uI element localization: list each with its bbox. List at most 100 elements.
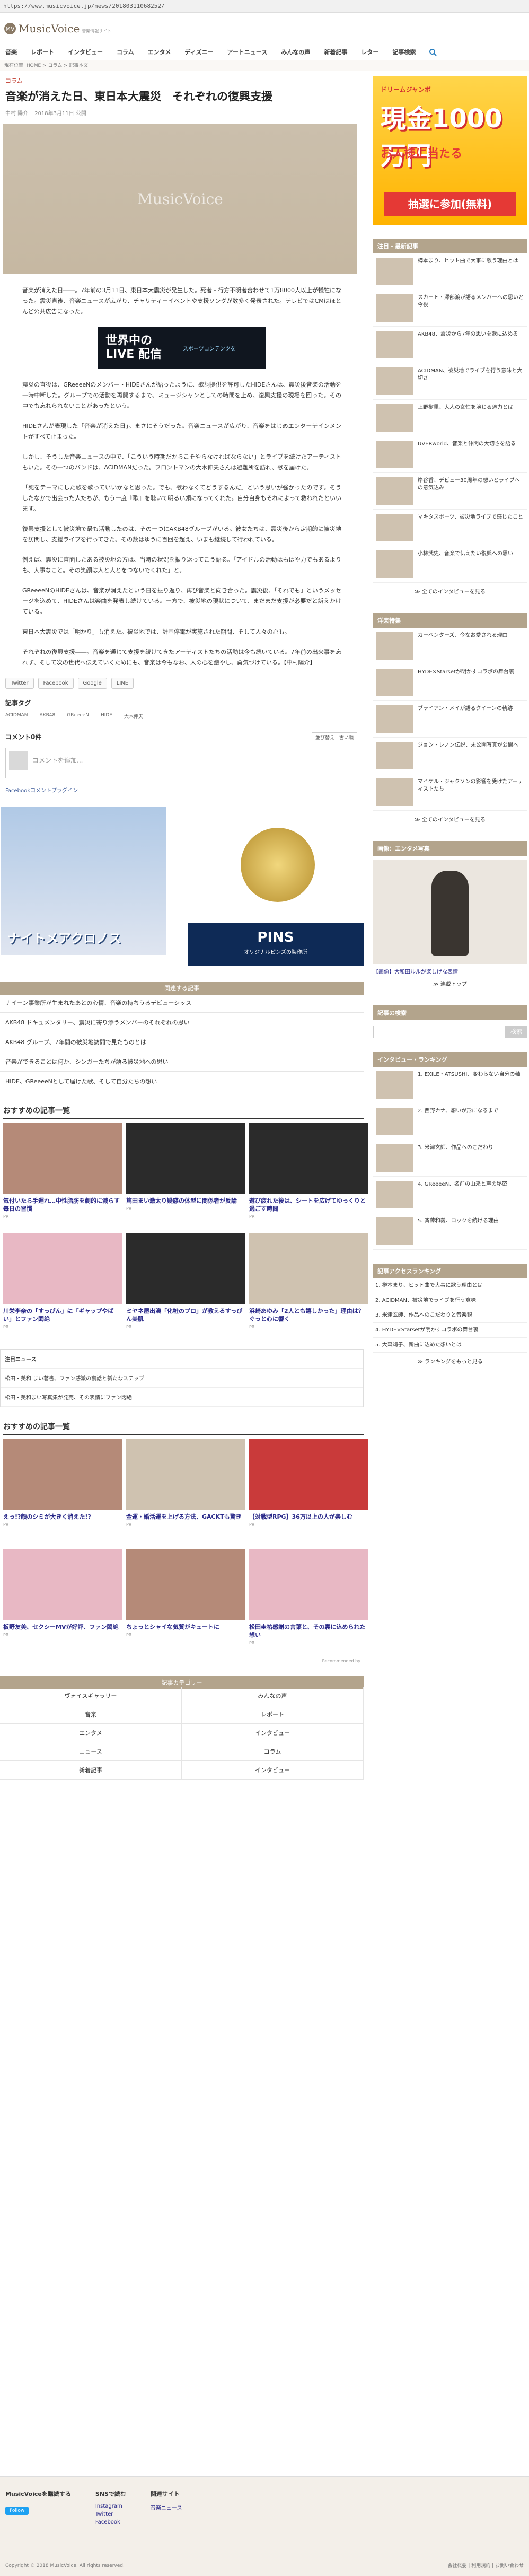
side-voice-item[interactable]: マイケル・ジャクソンの影響を受けたアーティストたち (373, 774, 527, 811)
share-line-button[interactable]: LINE (111, 678, 134, 689)
nav-item-disney[interactable]: ディズニー (178, 45, 220, 60)
follow-button[interactable]: Follow (5, 2507, 29, 2515)
tag-item[interactable]: 大木伸夫 (124, 713, 143, 720)
photo-more-link[interactable]: ≫ 連載トップ (373, 975, 527, 992)
category-link[interactable]: レポート (182, 1705, 364, 1724)
access-item[interactable]: 4. HYDE×Starsetが明かすコラボの舞台裏 (373, 1323, 527, 1338)
photo-caption[interactable]: 【画像】大和田ルルが楽しげな表情 (373, 967, 527, 975)
ranking-item[interactable]: 4. GReeeeN、名前の由来と声の秘密 (373, 1177, 527, 1213)
related-item[interactable]: AKB48 グループ、7年間の被災地訪問で見たものとは (0, 1032, 364, 1052)
recommend-card[interactable]: 気付いたら手遅れ…中性脂肪を劇的に減らす毎日の習慣 PR (3, 1123, 122, 1229)
side-news-item[interactable]: AKB48、震災から7年の思いを歌に込める (373, 327, 527, 363)
category-link[interactable]: 音楽 (0, 1705, 182, 1724)
nav-item-music[interactable]: 音楽 (4, 45, 24, 60)
ranking-item[interactable]: 5. 斉藤和義、ロックを続ける理由 (373, 1213, 527, 1250)
category-link[interactable]: 新着記事 (0, 1761, 182, 1780)
category-link[interactable]: ヴォイスギャラリー (0, 1687, 182, 1705)
recommend-card[interactable]: 金運・婚活運を上げる方法、GACKTも驚き PR (126, 1439, 245, 1545)
side-news-item[interactable]: UVERworld、音楽と仲間の大切さを語る (373, 436, 527, 473)
nav-item-interview[interactable]: インタビュー (61, 45, 110, 60)
side-news-item[interactable]: ACIDMAN、被災地でライブを行う意味と大切さ (373, 363, 527, 400)
lottery-ad[interactable]: ドリームジャンボ 現金1000万円 お人様に当たる 抽選に参加(無料) (373, 76, 527, 225)
pins-ad[interactable]: PINS オリジナルピンズの製作所 (188, 817, 364, 966)
side-voice-item[interactable]: ブライアン・メイが語るクイーンの軌跡 (373, 701, 527, 738)
comment-input[interactable]: コメントを追加... (32, 756, 83, 765)
facebook-plugin-link[interactable]: Facebookコメントプラグイン (5, 786, 364, 794)
recommend-card[interactable]: えっ!?顔のシミが大きく消えた!? PR (3, 1439, 122, 1545)
share-twitter-button[interactable]: Twitter (5, 678, 34, 689)
side-voice-item[interactable]: カーペンターズ、今なお愛される理由 (373, 628, 527, 664)
side-voice-item[interactable]: ジョン・レノン伝説、未公開写真が公開へ (373, 738, 527, 774)
nav-item-search[interactable]: 記事検索 (385, 45, 422, 60)
footer-related-link[interactable]: 音楽ニュース (151, 2503, 182, 2511)
recommend-card[interactable]: 川栄李奈の「すっぴん」に「ギャップやばい」とファン悶絶 PR (3, 1233, 122, 1339)
access-item[interactable]: 5. 大森靖子、新曲に込めた想いとは (373, 1338, 527, 1353)
logo-icon[interactable]: MV (4, 23, 16, 34)
side-search-button[interactable]: 検索 (506, 1026, 527, 1038)
side-search-input[interactable] (373, 1026, 506, 1038)
ranking-item[interactable]: 3. 米津玄師、作品へのこだわり (373, 1140, 527, 1177)
ranking-item[interactable]: 1. EXILE・ATSUSHI、変わらない自分の軸 (373, 1067, 527, 1103)
search-icon[interactable] (429, 48, 437, 57)
tag-item[interactable]: ACIDMAN (5, 713, 28, 720)
side-news-item[interactable]: マキタスポーツ、被災地ライブで感じたこと (373, 510, 527, 546)
news-item[interactable]: 松田・美和まい写真集が発売、その表情にファン悶絶 (1, 1388, 363, 1407)
footer-links[interactable]: 会社概要 | 利用規約 | お問い合わせ (447, 2562, 524, 2569)
nav-item-voice[interactable]: みんなの声 (274, 45, 317, 60)
site-logo[interactable]: MusicVoice (19, 22, 80, 35)
recommend-card[interactable]: 遊び疲れた後は、シートを広げてゆっくりと過ごす時間 PR (249, 1123, 368, 1229)
category-link[interactable]: コラム (182, 1742, 364, 1761)
photo-image[interactable] (373, 860, 527, 964)
related-item[interactable]: 音楽ができることは何か、シンガーたちが語る被災地への思い (0, 1052, 364, 1072)
side-news-item[interactable]: 樽本まり、ヒット曲で大事に歌う理由とは (373, 253, 527, 290)
comments-sort-select[interactable]: 並び替え 古い順 (311, 732, 357, 742)
inline-ad[interactable]: 世界中の LIVE 配信 スポーツコンテンツを (98, 327, 266, 369)
nav-item-art[interactable]: アートニュース (221, 45, 275, 60)
lottery-ad-button[interactable]: 抽選に参加(無料) (384, 192, 516, 216)
nav-item-new[interactable]: 新着記事 (317, 45, 354, 60)
recommend-card[interactable]: ちょっとシャイな気質がキュートに PR (126, 1549, 245, 1655)
nav-item-column[interactable]: コラム (110, 45, 141, 60)
tag-item[interactable]: HIDE (101, 713, 112, 720)
side-news-item[interactable]: 小林武史、音楽で伝えたい復興への思い (373, 546, 527, 583)
nav-item-report[interactable]: レポート (24, 45, 61, 60)
game-ad[interactable]: ナイトメアクロノス (1, 807, 167, 955)
recommend-card[interactable]: ミヤネ屋出演「化粧のプロ」が教えるすっぴん美肌 PR (126, 1233, 245, 1339)
comment-composer[interactable]: コメントを追加... (5, 748, 357, 778)
recommend-card[interactable]: 松田圭祐感謝の言葉と、その裏に込められた想い PR (249, 1549, 368, 1655)
share-facebook-button[interactable]: Facebook (38, 678, 74, 689)
access-more-link[interactable]: ≫ ランキングをもっと見る (373, 1353, 527, 1369)
access-item[interactable]: 2. ACIDMAN、被災地でライブを行う意味 (373, 1293, 527, 1308)
nav-item-entame[interactable]: エンタメ (141, 45, 178, 60)
tag-item[interactable]: AKB48 (40, 713, 56, 720)
category-link[interactable]: インタビュー (182, 1761, 364, 1780)
share-google-button[interactable]: Google (77, 678, 107, 689)
access-item[interactable]: 3. 米津玄師、作品へのこだわりと音楽観 (373, 1308, 527, 1323)
recommend-credit[interactable]: Recommended by (0, 1659, 360, 1663)
side-news-item[interactable]: 岸谷香、デビュー30周年の想いとライブへの意気込み (373, 473, 527, 510)
footer-facebook-link[interactable]: Facebook (95, 2519, 126, 2525)
recommend-card[interactable]: 浜崎あゆみ「2人とも嬉しかった」理由は？ぐっと心に響く PR (249, 1233, 368, 1339)
news-item[interactable]: 松田・美和 まい著書、ファン感激の裏話と新たなステップ (1, 1369, 363, 1388)
related-item[interactable]: AKB48 ドキュメンタリー、震災に寄り添うメンバーのそれぞれの思い (0, 1013, 364, 1032)
footer-instagram-link[interactable]: Instagram (95, 2503, 126, 2509)
footer-twitter-link[interactable]: Twitter (95, 2511, 126, 2517)
category-link[interactable]: インタビュー (182, 1724, 364, 1742)
side-news-item[interactable]: スカート・澤部渡が語るメンバーへの思いと今後 (373, 290, 527, 327)
article-category[interactable]: コラム (5, 76, 364, 85)
category-link[interactable]: エンタメ (0, 1724, 182, 1742)
side-voice-item[interactable]: HYDE×Starsetが明かすコラボの舞台裏 (373, 664, 527, 701)
tag-item[interactable]: GReeeeN (67, 713, 89, 720)
side-voice-more-link[interactable]: ≫ 全てのインタビューを見る (373, 811, 527, 827)
side-news-item[interactable]: 上野樹里、大人の女性を演じる魅力とは (373, 400, 527, 436)
recommend-card[interactable]: 【対戦型RPG】36万以上の人が楽しむ PR (249, 1439, 368, 1545)
recommend-card[interactable]: 板野友美、セクシーMVが好評、ファン悶絶 PR (3, 1549, 122, 1655)
article-author[interactable]: 中村 陽介 (5, 109, 28, 117)
category-link[interactable]: ニュース (0, 1742, 182, 1761)
ranking-item[interactable]: 2. 西野カナ、想いが形になるまで (373, 1103, 527, 1140)
side-news-more-link[interactable]: ≫ 全てのインタビューを見る (373, 583, 527, 599)
related-item[interactable]: HIDE、GReeeeNとして届けた歌、そして自分たちの想い (0, 1072, 364, 1091)
category-link[interactable]: みんなの声 (182, 1687, 364, 1705)
nav-item-letter[interactable]: レター (354, 45, 385, 60)
recommend-card[interactable]: 篤田まい激太り疑惑の体型に関係者が反論 PR (126, 1123, 245, 1229)
